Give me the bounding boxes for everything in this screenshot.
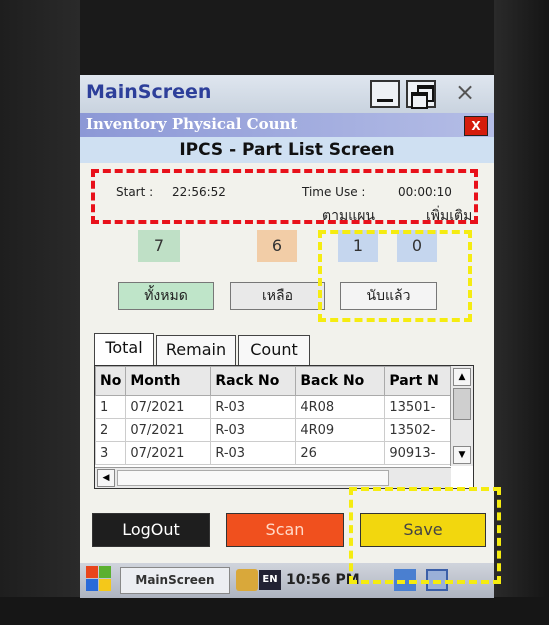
cell-rack-no: R-03 (210, 395, 297, 419)
scan-button[interactable]: Scan (226, 513, 344, 547)
vertical-scroll-thumb[interactable] (453, 388, 471, 420)
total-count: 7 (138, 230, 180, 262)
horizontal-scrollbar[interactable]: ◀ (95, 467, 451, 488)
app-title: Inventory Physical Count (86, 115, 298, 133)
tab-total[interactable]: Total (94, 333, 154, 365)
table-row[interactable]: 1 07/2021 R-03 4R08 13501- (95, 395, 465, 419)
scroll-left-icon[interactable]: ◀ (97, 469, 115, 487)
table-row[interactable]: 3 07/2021 R-03 26 90913- (95, 441, 465, 465)
cell-rack-no: R-03 (210, 418, 297, 442)
window-title: MainScreen (86, 81, 212, 103)
red-highlight-box (91, 169, 478, 224)
column-header-rack-no[interactable]: Rack No (210, 366, 297, 396)
device-bezel-left (0, 0, 80, 625)
yellow-highlight-box-save (349, 487, 501, 584)
cell-back-no: 26 (295, 441, 386, 465)
input-language-indicator[interactable]: EN (259, 570, 281, 590)
cell-rack-no: R-03 (210, 441, 297, 465)
scroll-down-icon[interactable]: ▼ (453, 446, 471, 464)
device-bezel-top (0, 0, 549, 80)
flag-yellow-pane (99, 579, 111, 591)
table-header-row: No Month Rack No Back No Part N (95, 366, 465, 396)
windows-start-icon[interactable] (86, 566, 112, 594)
cell-month: 07/2021 (125, 395, 212, 419)
cell-no: 2 (95, 418, 127, 442)
window-titlebar: MainScreen × (80, 75, 494, 113)
remaining-count: 6 (257, 230, 297, 262)
cell-back-no: 4R09 (295, 418, 386, 442)
scroll-up-icon[interactable]: ▲ (453, 368, 471, 386)
taskbar-mainscreen-button[interactable]: MainScreen (120, 567, 230, 594)
horizontal-scroll-thumb[interactable] (117, 470, 389, 486)
window-close-icon[interactable]: × (450, 77, 480, 107)
tab-remain[interactable]: Remain (156, 335, 236, 365)
flag-blue-pane (86, 579, 98, 591)
device-bezel-right (494, 0, 549, 625)
minimize-button[interactable] (370, 80, 400, 108)
filter-remaining-button[interactable]: เหลือ (230, 282, 325, 310)
connectivity-icon[interactable] (236, 569, 258, 591)
app-header: Inventory Physical Count X (80, 113, 494, 137)
vertical-scrollbar[interactable]: ▲ ▼ (450, 366, 473, 466)
column-header-month[interactable]: Month (125, 366, 212, 396)
column-header-back-no[interactable]: Back No (295, 366, 386, 396)
restore-button[interactable] (406, 80, 436, 109)
table-row[interactable]: 2 07/2021 R-03 4R09 13502- (95, 418, 465, 442)
cell-month: 07/2021 (125, 441, 212, 465)
cell-back-no: 4R08 (295, 395, 386, 419)
screen-title: IPCS - Part List Screen (80, 137, 494, 163)
cell-no: 1 (95, 395, 127, 419)
cell-no: 3 (95, 441, 127, 465)
flag-red-pane (86, 566, 98, 578)
filter-all-button[interactable]: ทั้งหมด (118, 282, 214, 310)
cell-month: 07/2021 (125, 418, 212, 442)
app-close-button[interactable]: X (464, 116, 488, 136)
logout-button[interactable]: LogOut (92, 513, 210, 547)
tab-count[interactable]: Count (238, 335, 310, 365)
column-header-no[interactable]: No (95, 366, 127, 396)
part-list-grid: No Month Rack No Back No Part N 1 07/202… (94, 365, 474, 489)
flag-green-pane (99, 566, 111, 578)
part-list-table: No Month Rack No Back No Part N 1 07/202… (95, 366, 465, 465)
yellow-highlight-box-counted (318, 230, 472, 322)
device-bezel-bottom (0, 597, 549, 625)
